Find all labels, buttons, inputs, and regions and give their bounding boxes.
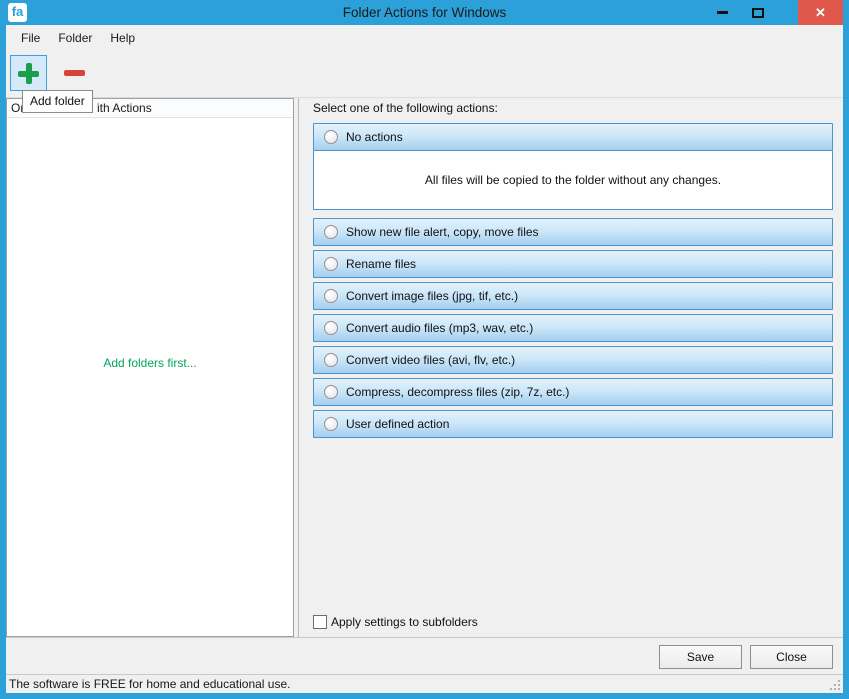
remove-folder-button[interactable] — [56, 55, 92, 91]
radio-icon[interactable] — [324, 385, 338, 399]
action-option-bar[interactable]: Show new file alert, copy, move files — [313, 218, 833, 246]
radio-icon[interactable] — [324, 321, 338, 335]
status-text: The software is FREE for home and educat… — [9, 677, 291, 691]
menu-item-folder[interactable]: Folder — [49, 25, 101, 52]
action-option-label: No actions — [346, 130, 403, 144]
action-option-bar[interactable]: Convert video files (avi, flv, etc.) — [313, 346, 833, 374]
action-option-bar[interactable]: No actions — [313, 123, 833, 151]
action-option-bar[interactable]: Convert audio files (mp3, wav, etc.) — [313, 314, 833, 342]
action-option-bar[interactable]: User defined action — [313, 410, 833, 438]
subfolders-checkbox-label[interactable]: Apply settings to subfolders — [331, 615, 478, 629]
radio-icon[interactable] — [324, 225, 338, 239]
dialog-button-bar: Save Close — [6, 637, 843, 674]
close-button[interactable]: ✕ — [798, 0, 843, 25]
menu-bar: File Folder Help — [6, 25, 843, 52]
add-folder-button[interactable] — [10, 55, 47, 91]
empty-list-hint: Add folders first... — [103, 356, 197, 370]
folders-header-text-right: ith Actions — [97, 101, 152, 115]
main-content: On ith Actions Add folders first... Sele… — [6, 97, 843, 637]
radio-icon[interactable] — [324, 257, 338, 271]
action-option-label: Show new file alert, copy, move files — [346, 225, 539, 239]
folders-list-panel: On ith Actions Add folders first... — [6, 98, 294, 637]
action-option-bar[interactable]: Rename files — [313, 250, 833, 278]
action-option-label: Convert image files (jpg, tif, etc.) — [346, 289, 519, 303]
menu-item-help[interactable]: Help — [101, 25, 144, 52]
app-body: File Folder Help Add folder On ith Actions… — [6, 25, 843, 693]
maximize-icon — [752, 7, 764, 18]
action-option-label: Compress, decompress files (zip, 7z, etc… — [346, 385, 570, 399]
radio-icon[interactable] — [324, 289, 338, 303]
radio-icon[interactable] — [324, 417, 338, 431]
minimize-button[interactable] — [707, 0, 737, 25]
actions-panel: Select one of the following actions: No … — [299, 98, 843, 637]
action-option-bar[interactable]: Compress, decompress files (zip, 7z, etc… — [313, 378, 833, 406]
resize-grip-icon[interactable] — [830, 680, 840, 690]
close-icon: ✕ — [815, 5, 826, 20]
status-bar: The software is FREE for home and educat… — [6, 674, 843, 693]
maximize-button[interactable] — [743, 0, 773, 25]
action-option-label: Rename files — [346, 257, 417, 271]
add-folder-tooltip: Add folder — [22, 90, 93, 113]
app-window: fa Folder Actions for Windows ✕ File Fold… — [0, 0, 849, 699]
radio-icon[interactable] — [324, 353, 338, 367]
title-bar: fa Folder Actions for Windows ✕ — [0, 0, 849, 25]
minimize-icon — [716, 11, 728, 14]
toolbar — [6, 52, 843, 97]
action-option-label: Convert video files (avi, flv, etc.) — [346, 353, 516, 367]
action-option-bar[interactable]: Convert image files (jpg, tif, etc.) — [313, 282, 833, 310]
action-option-label: Convert audio files (mp3, wav, etc.) — [346, 321, 534, 335]
radio-icon[interactable] — [324, 130, 338, 144]
save-button[interactable]: Save — [659, 645, 742, 669]
menu-item-file[interactable]: File — [12, 25, 49, 52]
close-dialog-button[interactable]: Close — [750, 645, 833, 669]
minus-icon — [63, 70, 85, 76]
action-option-label: User defined action — [346, 417, 450, 431]
option-description: All files will be copied to the folder w… — [313, 151, 833, 210]
plus-icon — [18, 62, 39, 84]
subfolders-checkbox[interactable] — [313, 615, 327, 629]
subfolders-option: Apply settings to subfolders — [313, 615, 478, 629]
actions-list: No actions All files will be copied to t… — [313, 123, 833, 438]
actions-prompt: Select one of the following actions: — [313, 101, 498, 115]
